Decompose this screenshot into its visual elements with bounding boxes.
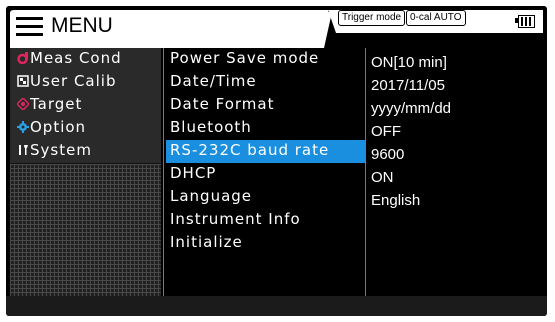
- value-dhcp: ON: [371, 169, 394, 186]
- device-screen: MENU Trigger mode 0-cal AUTO Meas Cond U…: [6, 6, 547, 316]
- menu-label: MENU: [51, 14, 113, 37]
- gear-icon: [17, 121, 29, 133]
- target-icon: [17, 98, 29, 110]
- sidebar-item-option[interactable]: Option: [10, 117, 161, 140]
- value-power-save-mode: ON[10 min]: [371, 54, 447, 71]
- battery-icon: [518, 15, 535, 28]
- sidebar-item-label: User Calib: [30, 72, 117, 90]
- sidebar-item-target[interactable]: Target: [10, 94, 161, 117]
- sidebar-item-label: Target: [30, 95, 83, 113]
- option-bluetooth[interactable]: Bluetooth: [166, 117, 366, 140]
- sidebar: Meas Cond User Calib Target Option Syste…: [10, 48, 161, 296]
- menu-button[interactable]: MENU: [16, 14, 146, 44]
- option-initialize[interactable]: Initialize: [166, 232, 366, 255]
- value-rs232c-baud-rate: 9600: [371, 146, 405, 163]
- value-date-format: yyyy/mm/dd: [371, 100, 452, 117]
- option-language[interactable]: Language: [166, 186, 366, 209]
- option-rs232c-baud-rate[interactable]: RS-232C baud rate: [166, 140, 366, 163]
- option-power-save-mode[interactable]: Power Save mode: [166, 48, 366, 71]
- sidebar-item-label: System: [30, 141, 92, 159]
- bottom-status-bar: [6, 296, 547, 316]
- sidebar-item-label: Meas Cond: [30, 49, 122, 67]
- option-dhcp[interactable]: DHCP: [166, 163, 366, 186]
- option-date-time[interactable]: Date/Time: [166, 71, 366, 94]
- sidebar-item-meas-cond[interactable]: Meas Cond: [10, 48, 161, 71]
- sidebar-grid-pattern: [10, 164, 161, 296]
- option-instrument-info[interactable]: Instrument Info: [166, 209, 366, 232]
- value-language: English: [371, 192, 421, 209]
- hamburger-icon: [16, 17, 43, 37]
- sidebar-item-user-calib[interactable]: User Calib: [10, 71, 161, 94]
- user-calib-icon: [17, 75, 29, 87]
- option-date-format[interactable]: Date Format: [166, 94, 366, 117]
- value-date-time: 2017/11/05: [371, 77, 445, 94]
- meas-cond-icon: [17, 52, 28, 64]
- value-bluetooth: OFF: [371, 123, 401, 140]
- column-divider: [163, 48, 164, 296]
- status-area: [336, 10, 543, 33]
- tools-icon: [19, 145, 28, 155]
- sidebar-item-label: Option: [30, 118, 87, 136]
- sidebar-item-system[interactable]: System: [10, 140, 161, 163]
